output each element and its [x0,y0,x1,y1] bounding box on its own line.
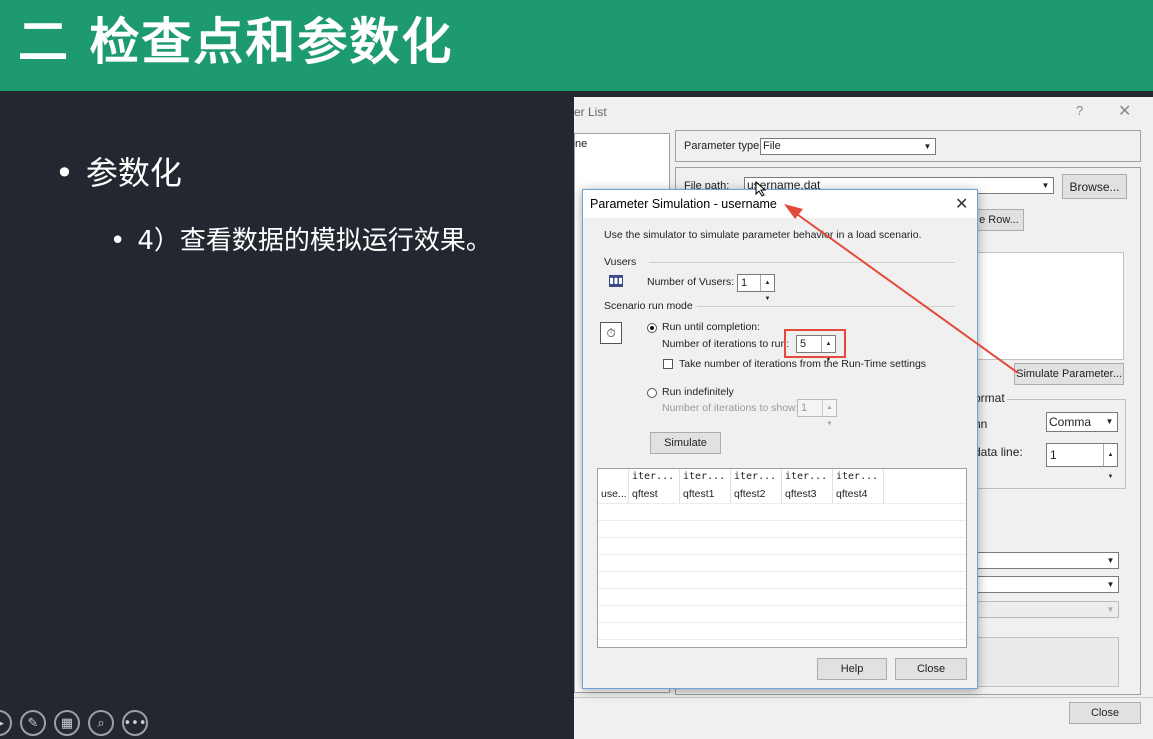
grid-row-line [598,537,966,538]
dialog-description: Use the simulator to simulate parameter … [604,229,922,241]
parameter-simulation-dialog: Parameter Simulation - username ✕ Use th… [582,189,978,689]
first-data-line-stepper[interactable]: 1 ▲ ▼ [1046,443,1118,480]
bullet-text: 参数化 [85,154,182,192]
grid-row-line [598,503,966,504]
grid-row-line [598,554,966,555]
column-delimiter-value: Comma [1049,415,1092,429]
simulate-parameter-button[interactable]: Simulate Parameter... [1014,363,1124,385]
grid-row-line [598,520,966,521]
parameter-type-label: Parameter type: [684,140,763,152]
zoom-icon[interactable]: ⌕ [88,710,114,736]
grid-cell: qftest [629,486,680,503]
info-box [974,637,1119,687]
simulation-results-grid[interactable]: iter... iter... iter... iter... iter... … [597,468,967,648]
bullet-dot: • [110,226,126,256]
run-indefinitely-radio[interactable] [647,388,657,398]
grid-row-line [598,605,966,606]
take-iterations-label: Take number of iterations from the Run-T… [679,358,927,370]
window-title: er List [574,105,607,119]
group-divider [697,306,955,307]
slide-header: 二 检查点和参数化 [0,0,1153,91]
grid-cell: qftest1 [680,486,731,503]
num-vusers-stepper[interactable]: 1 ▲ ▼ [737,274,775,302]
list-item[interactable]: ne [575,138,587,150]
num-vusers-value: 1 [741,277,748,289]
grid-header-cell: iter... [680,469,731,486]
dialog-title: Parameter Simulation - username [590,197,777,211]
run-until-completion-radio[interactable] [647,323,657,333]
spinner-arrows-icon[interactable]: ▲ ▼ [1103,444,1117,480]
bullet-parameterization: • 参数化 [55,148,182,194]
group-divider [649,262,955,263]
close-icon[interactable]: ✕ [955,194,968,214]
spinner-arrows-icon: ▲ ▼ [822,400,836,427]
select-2[interactable]: ▼ [974,576,1119,593]
first-data-line-label: data line: [974,445,1023,459]
column-delimiter-select[interactable]: Comma ▼ [1046,412,1118,432]
spinner-arrows-icon[interactable]: ▲ ▼ [760,275,774,302]
help-button[interactable]: Help [817,658,887,680]
run-indefinitely-label: Run indefinitely [662,386,734,398]
vusers-group-title: Vusers [604,256,637,268]
bullet-simulation: • 4）查看数据的模拟运行效果。 [110,220,492,257]
more-icon[interactable]: ••• [122,710,148,736]
close-icon[interactable]: ✕ [1118,101,1131,121]
first-data-line-value: 1 [1050,448,1057,462]
grid-header-cell: iter... [629,469,680,486]
scenario-clock-icon: ⏱ [600,322,622,344]
annotation-highlight-box [784,329,846,358]
grid-header-cell: iter... [731,469,782,486]
dialog-titlebar: Parameter Simulation - username ✕ [583,190,977,218]
simulate-button[interactable]: Simulate [650,432,721,454]
grid-header-cell: iter... [833,469,884,486]
vusers-icon: ▮▮▮ [609,275,623,287]
scenario-group-title: Scenario run mode [604,300,693,312]
chevron-down-icon: ▼ [1041,181,1050,190]
iterations-show-label: Number of iterations to show: [662,402,799,414]
slides-icon[interactable]: ▦ [54,710,80,736]
bullet-dot: • [55,154,74,192]
grid-row-line [598,588,966,589]
iterations-label: Number of iterations to run: [662,338,790,350]
play-icon[interactable]: ▶ [0,710,12,736]
file-format-label: ormat [974,391,1007,405]
add-row-button[interactable]: e Row... [974,209,1024,231]
chevron-down-icon: ▼ [1106,556,1115,565]
chevron-down-icon: ▼ [923,142,932,151]
chevron-down-icon: ▼ [1106,605,1115,614]
grid-cell: use... [598,486,629,503]
parameter-type-select[interactable]: File ▼ [760,138,936,155]
help-icon[interactable]: ? [1076,103,1083,118]
pen-icon[interactable]: ✎ [20,710,46,736]
grid-row-line [598,639,966,640]
parameter-data-preview [974,252,1124,360]
bullet-text: 4）查看数据的模拟运行效果。 [137,226,492,256]
run-until-completion-label: Run until completion: [662,321,761,333]
iterations-show-value: 1 [801,402,808,414]
parameter-type-value: File [763,140,781,152]
iterations-show-stepper: 1 ▲ ▼ [797,399,837,427]
take-iterations-checkbox[interactable] [663,359,673,369]
chevron-down-icon: ▼ [1106,580,1115,589]
grid-row-line [598,622,966,623]
close-button[interactable]: Close [1069,702,1141,724]
select-1[interactable]: ▼ [974,552,1119,569]
divider [574,697,1153,698]
slide-toolbar: ▶ ✎ ▦ ⌕ ••• [0,710,148,739]
grid-cell: qftest2 [731,486,782,503]
select-3-disabled: ▼ [974,601,1119,618]
grid-row-line [598,571,966,572]
cursor-icon [755,181,767,197]
close-button[interactable]: Close [895,658,967,680]
browse-button[interactable]: Browse... [1062,174,1127,199]
grid-header-cell: iter... [782,469,833,486]
grid-header-cell [598,469,629,486]
grid-cell: qftest4 [833,486,884,503]
grid-cell: qftest3 [782,486,833,503]
slide-title: 二 检查点和参数化 [18,13,454,71]
chevron-down-icon: ▼ [1105,417,1114,426]
num-vusers-label: Number of Vusers: [647,276,735,288]
